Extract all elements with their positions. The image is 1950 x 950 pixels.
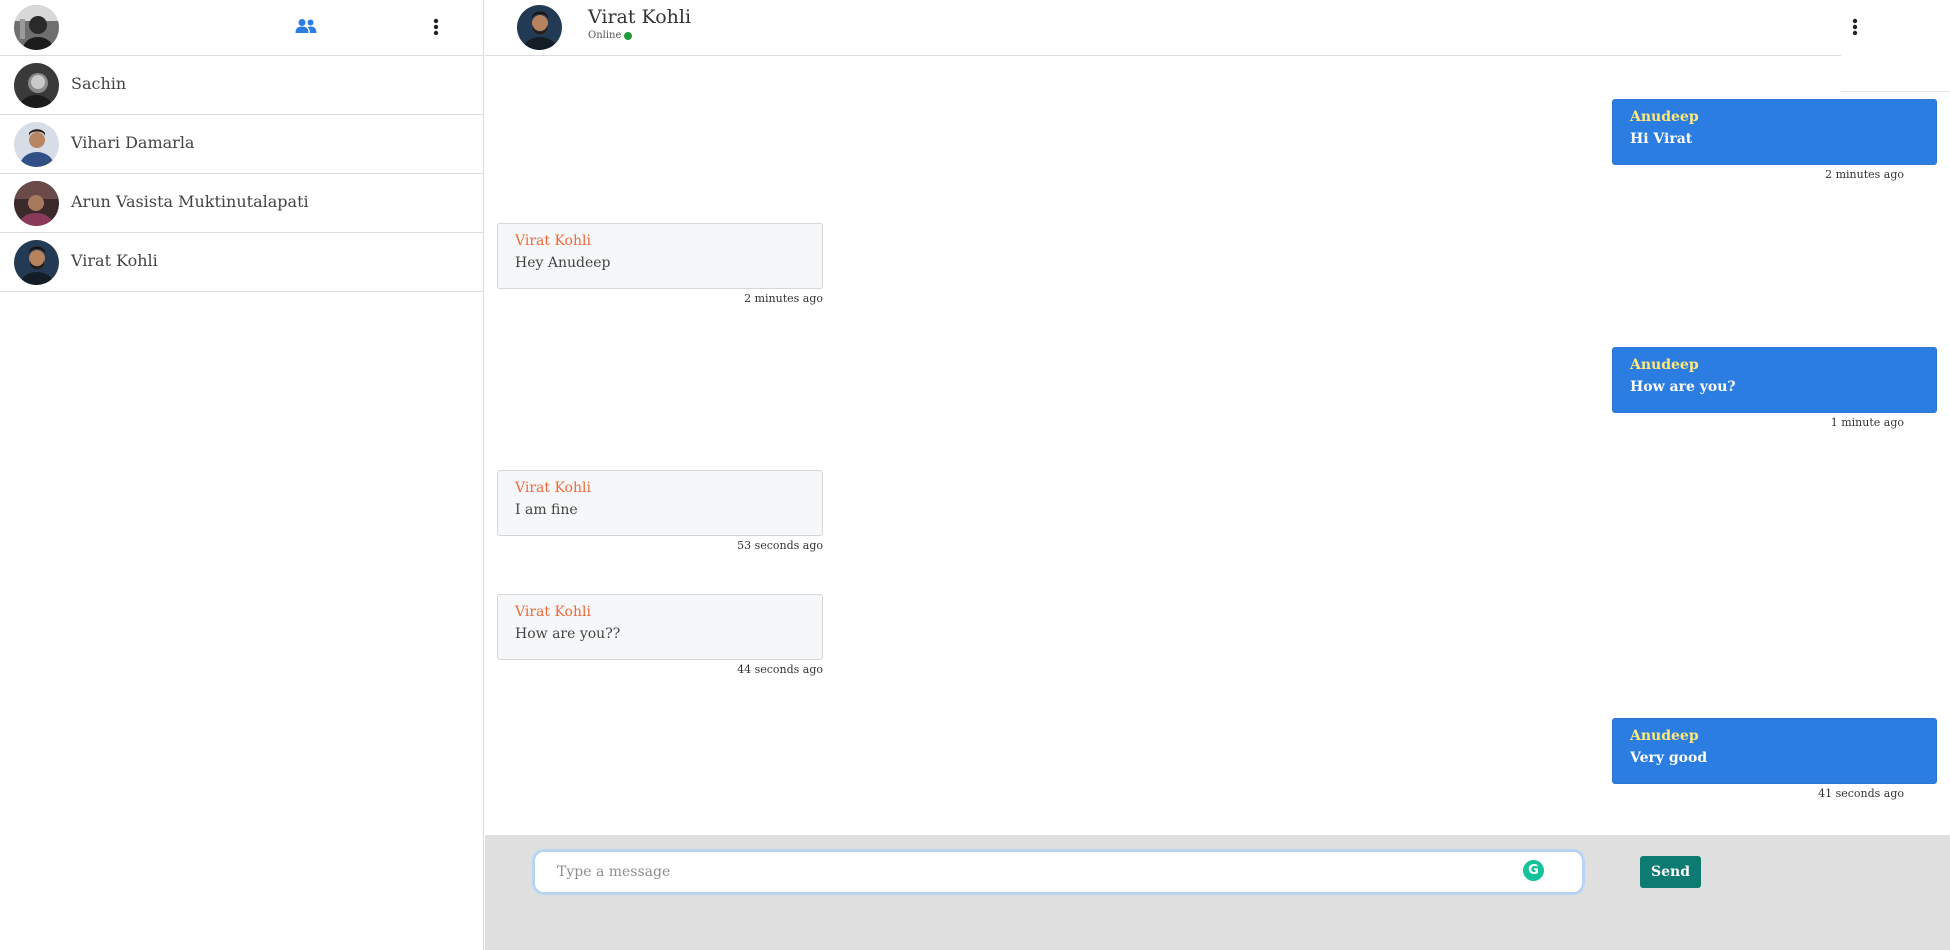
message-input-wrapper: G [532,849,1585,895]
message-text: Hey Anudeep [515,255,611,271]
message-time: 53 seconds ago [737,539,823,552]
sidebar: Sachin Vihari Damarla Arun Vasista Mukti… [0,0,484,950]
message-text: Hi Virat [1630,131,1693,147]
chat-header: Virat Kohli Online [485,0,1841,56]
message-time: 2 minutes ago [744,292,823,305]
message-text: How are you?? [515,626,621,642]
chat-panel: Virat Kohli Online Anudeep Hi Virat 2 mi… [485,0,1950,950]
user-avatar[interactable] [14,5,59,50]
contact-name: Arun Vasista Muktinutalapati [71,192,309,211]
message-sender: Anudeep [1630,357,1699,373]
contact-name: Vihari Damarla [71,133,195,152]
chat-more-vertical-icon[interactable] [1845,14,1865,40]
message-text: How are you? [1630,379,1736,395]
message-time: 2 minutes ago [1825,168,1904,181]
message-bubble[interactable]: Virat Kohli Hey Anudeep [497,223,823,289]
avatar [14,63,59,108]
contact-item-sachin[interactable]: Sachin [0,56,483,115]
status-text: Online [588,30,622,41]
message-input[interactable] [535,852,1582,892]
contact-name: Sachin [71,74,127,93]
chat-contact-avatar[interactable] [517,5,562,50]
contact-item-arun-vasista-muktinutalapati[interactable]: Arun Vasista Muktinutalapati [0,174,483,233]
message-text: I am fine [515,502,578,518]
message-incoming: Virat Kohli Hey Anudeep 2 minutes ago [497,223,823,305]
header-divider [1841,56,1950,92]
message-bubble[interactable]: Virat Kohli I am fine [497,470,823,536]
message-text: Very good [1630,750,1708,766]
message-time: 1 minute ago [1830,416,1904,429]
contact-item-vihari-damarla[interactable]: Vihari Damarla [0,115,483,174]
message-outgoing: Anudeep Hi Virat 2 minutes ago [1612,99,1937,181]
people-icon[interactable] [292,14,320,38]
message-outgoing: Anudeep How are you? 1 minute ago [1612,347,1937,429]
online-status: Online [588,30,633,41]
message-outgoing: Anudeep Very good 41 seconds ago [1612,718,1937,800]
message-sender: Anudeep [1630,109,1699,125]
contact-item-virat-kohli[interactable]: Virat Kohli [0,233,483,292]
avatar [14,240,59,285]
avatar [14,181,59,226]
message-bubble[interactable]: Anudeep How are you? [1612,347,1937,413]
message-bubble[interactable]: Anudeep Very good [1612,718,1937,784]
message-time: 44 seconds ago [737,663,823,676]
send-button[interactable]: Send [1640,856,1701,888]
more-vertical-icon[interactable] [426,14,446,40]
message-sender: Virat Kohli [515,480,591,496]
message-incoming: Virat Kohli I am fine 53 seconds ago [497,470,823,552]
chat-title: Virat Kohli [588,6,692,28]
sidebar-header [0,0,483,56]
message-sender: Virat Kohli [515,604,591,620]
message-sender: Virat Kohli [515,233,591,249]
online-indicator-icon [624,31,633,40]
message-incoming: Virat Kohli How are you?? 44 seconds ago [497,594,823,676]
message-bubble[interactable]: Virat Kohli How are you?? [497,594,823,660]
message-bubble[interactable]: Anudeep Hi Virat [1612,99,1937,165]
grammarly-icon[interactable]: G [1523,860,1544,881]
message-sender: Anudeep [1630,728,1699,744]
contact-list: Sachin Vihari Damarla Arun Vasista Mukti… [0,56,483,292]
message-time: 41 seconds ago [1818,787,1904,800]
avatar [14,122,59,167]
contact-name: Virat Kohli [71,251,158,270]
message-composer: G Send [485,835,1950,950]
